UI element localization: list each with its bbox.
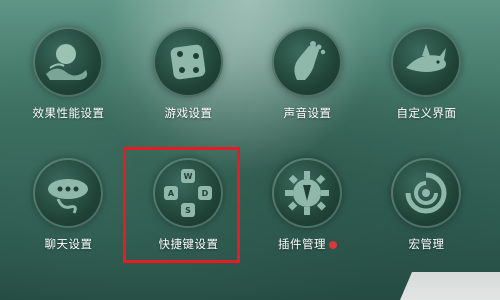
notification-badge (329, 240, 337, 249)
menu-item-plugin-management[interactable]: 插件管理 (250, 158, 360, 268)
menu-item-graphics[interactable]: 效果性能设置 (11, 27, 121, 137)
key-d: D (198, 186, 212, 200)
gear-plugin-icon (272, 158, 342, 228)
menu-item-label: 声音设置 (283, 106, 332, 120)
menu-item-label-row: 插件管理 (250, 236, 365, 252)
menu-item-label: 插件管理 (278, 237, 326, 251)
menu-item-label: 效果性能设置 (32, 106, 105, 120)
shark-icon (391, 27, 461, 97)
menu-item-custom-interface[interactable]: 自定义界面 (369, 27, 479, 137)
menu-item-label: 快捷键设置 (158, 237, 219, 251)
key-s: S (181, 203, 195, 217)
menu-item-chat-settings[interactable]: 聊天设置 (11, 158, 121, 268)
menu-item-sound-settings[interactable]: 声音设置 (250, 27, 360, 137)
menu-item-macro-management[interactable]: 宏管理 (369, 158, 479, 268)
menu-item-label: 游戏设置 (164, 106, 213, 120)
menu-item-label: 自定义界面 (396, 106, 457, 120)
menu-item-label: 宏管理 (408, 237, 445, 251)
chat-cloud-icon (33, 158, 103, 228)
menu-item-game-settings[interactable]: 游戏设置 (131, 27, 241, 137)
foot-icon (272, 27, 342, 97)
key-w: W (181, 169, 195, 183)
menu-item-hotkey-settings[interactable]: W A D S 快捷键设置 (131, 158, 241, 268)
key-a: A (164, 186, 178, 200)
menu-item-label: 聊天设置 (44, 237, 93, 251)
corner-overlay (400, 272, 500, 300)
keypad: W A D S (164, 169, 212, 217)
moon-landscape-icon (33, 27, 103, 97)
dice-icon (153, 27, 223, 97)
swirl-icon (391, 158, 461, 228)
wasd-keypad-icon: W A D S (153, 158, 223, 228)
